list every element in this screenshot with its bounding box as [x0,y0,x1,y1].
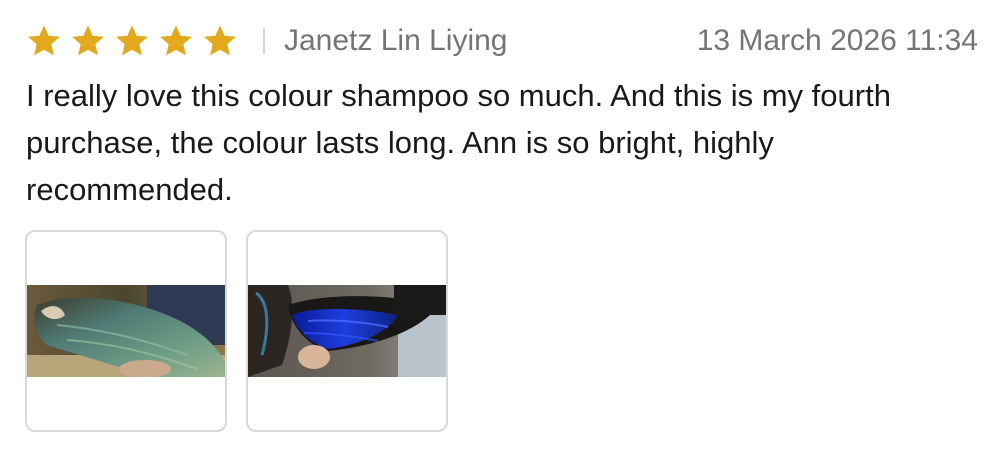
review-photo-thumbnail-1[interactable] [25,230,227,432]
star-icon [204,25,236,56]
review-photo-2 [248,285,446,377]
star-icon [72,25,104,56]
review-date: 13 March 2026 11:34 [696,24,978,57]
star-rating [26,23,238,59]
review-header: Janetz Lin Liying 13 March 2026 11:34 [26,18,978,64]
review-photo-1 [27,285,225,377]
review-photo-thumbnail-2[interactable] [246,230,448,432]
star-icon [116,25,148,56]
reviewer-name: Janetz Lin Liying [284,24,508,57]
star-icon [160,25,192,56]
review-text: I really love this colour shampoo so muc… [26,78,891,207]
header-divider [263,28,265,54]
review-card: Janetz Lin Liying 13 March 2026 11:34 I … [0,0,1000,452]
star-icon [28,25,60,56]
